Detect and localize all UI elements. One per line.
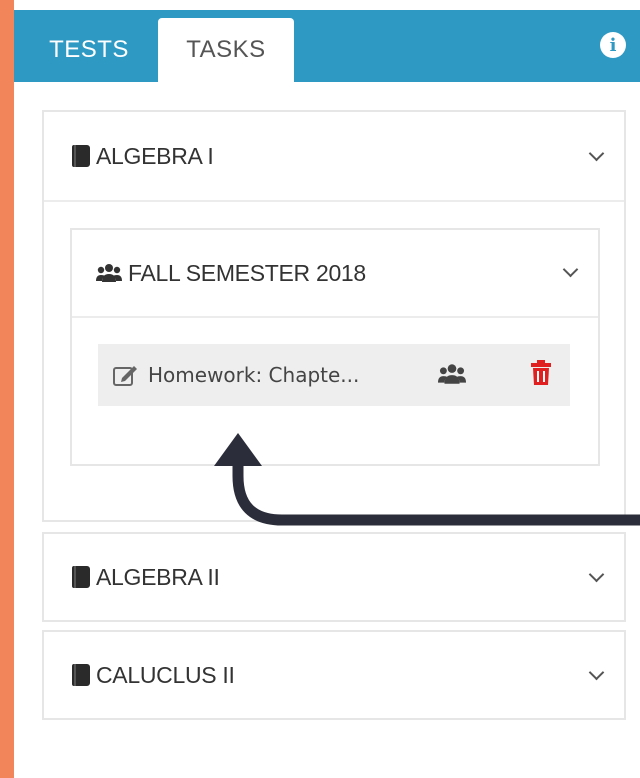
chevron-down-icon[interactable] — [588, 145, 605, 162]
course-card-algebra-ii[interactable]: ALGEBRA II — [42, 532, 626, 622]
course-header-algebra-i[interactable]: ALGEBRA I — [44, 112, 624, 200]
tab-tests[interactable]: TESTS — [34, 18, 144, 82]
assign-users-icon[interactable] — [438, 362, 466, 386]
tab-bar: TESTS TASKS i — [14, 10, 640, 82]
task-title: Homework: Chapte... — [148, 363, 360, 387]
course-header-algebra-ii[interactable]: ALGEBRA II — [44, 534, 624, 620]
edit-icon — [113, 366, 137, 386]
divider — [44, 200, 624, 202]
course-header-caluclus-ii[interactable]: CALUCLUS II — [44, 632, 624, 718]
chevron-down-icon[interactable] — [588, 664, 605, 681]
chevron-down-icon[interactable] — [588, 566, 605, 583]
task-row[interactable]: Homework: Chapte... — [98, 344, 570, 406]
group-card-fall-semester-2018: FALL SEMESTER 2018 Homework: Chapte... — [70, 228, 600, 466]
divider — [72, 316, 598, 318]
trash-icon[interactable] — [530, 360, 552, 386]
tab-tasks[interactable]: TASKS — [158, 18, 294, 82]
users-icon — [96, 264, 122, 282]
course-title: CALUCLUS II — [96, 661, 235, 688]
group-title: FALL SEMESTER 2018 — [128, 259, 366, 286]
course-card-caluclus-ii[interactable]: CALUCLUS II — [42, 630, 626, 720]
group-header-fall-semester-2018[interactable]: FALL SEMESTER 2018 — [72, 230, 598, 316]
chevron-down-icon[interactable] — [562, 261, 579, 278]
book-icon — [72, 566, 90, 588]
tasks-panel: TESTS TASKS i ALGEBRA I FALL SEMESTER 20… — [14, 0, 640, 778]
book-icon — [72, 664, 90, 686]
course-title: ALGEBRA II — [96, 563, 220, 590]
course-title: ALGEBRA I — [96, 142, 214, 169]
info-icon[interactable]: i — [600, 32, 626, 58]
course-card-algebra-i: ALGEBRA I FALL SEMESTER 2018 Homework: C… — [42, 110, 626, 522]
book-icon — [72, 145, 90, 167]
